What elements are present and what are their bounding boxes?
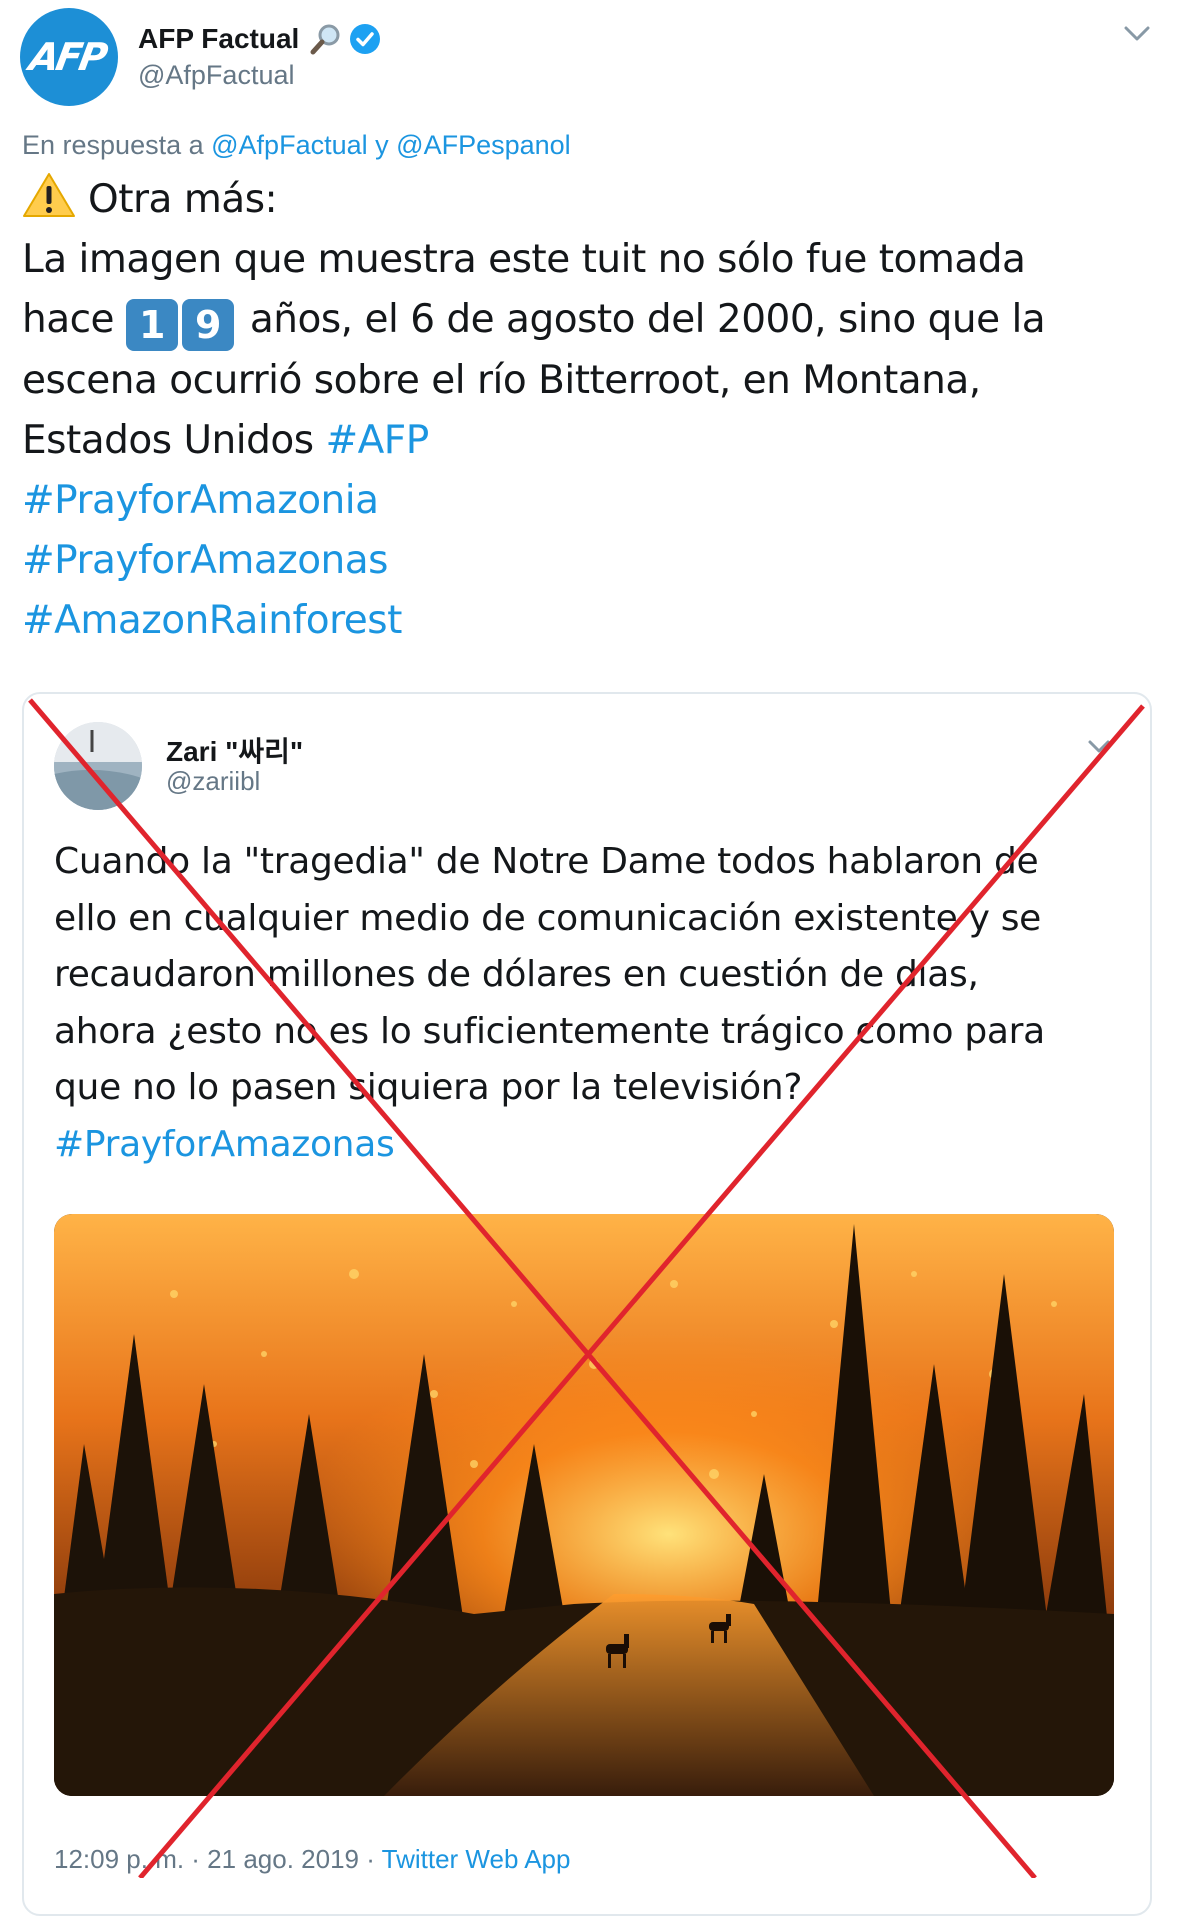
quoted-line: ahora ¿esto no es lo suficientemente trá…: [54, 1010, 1045, 1052]
chevron-down-icon[interactable]: [1120, 20, 1154, 46]
avatar-logo-text: AFP: [26, 35, 108, 79]
wildfire-photo-illustration: [54, 1214, 1114, 1796]
author-name[interactable]: AFP Factual: [138, 23, 299, 55]
reply-user-link[interactable]: @AfpFactual: [211, 130, 367, 160]
hashtag-link[interactable]: #PrayforAmazonas: [54, 1117, 1124, 1174]
tweet-line-text: años, el 6 de agosto del 2000, sino que …: [249, 297, 1046, 342]
reply-context: En respuesta a @AfpFactual y @AFPespanol: [22, 130, 571, 161]
tweet-text: Otra más: La imagen que muestra este tui…: [22, 170, 1172, 651]
tweet-line-text: Estados Unidos: [22, 418, 314, 463]
tweet-line: Estados Unidos #AFP: [22, 411, 1172, 471]
reply-conjunction: y: [375, 130, 389, 160]
quoted-avatar-image: [54, 722, 142, 810]
quoted-line: ello en cualquier medio de comunicación …: [54, 897, 1042, 939]
chevron-down-icon[interactable]: [1086, 738, 1112, 756]
quoted-author-handle[interactable]: @zariibl: [166, 766, 260, 797]
hashtag-link[interactable]: #PrayforAmazonas: [22, 531, 1172, 591]
keycap-digit-icon: 1: [125, 299, 178, 351]
tweet-line-text: hace: [22, 297, 115, 342]
hashtag-link[interactable]: #AFP: [325, 418, 429, 463]
wildfire-photo[interactable]: [54, 1214, 1114, 1796]
tweet-source-link[interactable]: Twitter Web App: [382, 1844, 571, 1874]
reply-user-link[interactable]: @AFPespanol: [396, 130, 571, 160]
quoted-line: recaudaron millones de dólares en cuesti…: [54, 954, 979, 995]
tweet-line: hace 19 años, el 6 de agosto del 2000, s…: [22, 290, 1172, 351]
quoted-tweet-text: Cuando la "tragedia" de Notre Dame todos…: [54, 834, 1124, 1173]
quoted-tweet-footer: 12:09 p. m. · 21 ago. 2019 · Twitter Web…: [54, 1844, 570, 1875]
author-handle[interactable]: @AfpFactual: [138, 60, 294, 91]
hashtag-link[interactable]: #AmazonRainforest: [22, 591, 1172, 651]
tweet-line: escena ocurrió sobre el río Bitterroot, …: [22, 358, 981, 403]
tweet-line-text: Otra más:: [88, 177, 278, 222]
quoted-line: que no lo pasen siquiera por la televisi…: [54, 1067, 803, 1108]
avatar[interactable]: AFP: [20, 8, 118, 106]
keycap-digit-icon: 9: [181, 299, 234, 351]
quoted-avatar[interactable]: [54, 722, 142, 810]
quoted-author-name[interactable]: Zari "싸리": [166, 730, 303, 770]
quoted-line: Cuando la "tragedia" de Notre Dame todos…: [54, 841, 1039, 882]
magnifying-glass-icon: [310, 24, 340, 55]
reply-prefix: En respuesta a: [22, 130, 204, 160]
tweet-timestamp[interactable]: 12:09 p. m. · 21 ago. 2019 ·: [54, 1844, 375, 1874]
tweet-line: La imagen que muestra este tuit no sólo …: [22, 237, 1026, 282]
hashtag-link[interactable]: #PrayforAmazonia: [22, 471, 1172, 531]
author-name-row[interactable]: AFP Factual: [138, 22, 381, 56]
warning-icon: [23, 173, 75, 217]
quoted-tweet-card[interactable]: Zari "싸리" @zariibl Cuando la "tragedia" …: [22, 692, 1152, 1916]
verified-badge-icon: [350, 24, 381, 54]
tweet-line: Otra más:: [22, 170, 1172, 230]
